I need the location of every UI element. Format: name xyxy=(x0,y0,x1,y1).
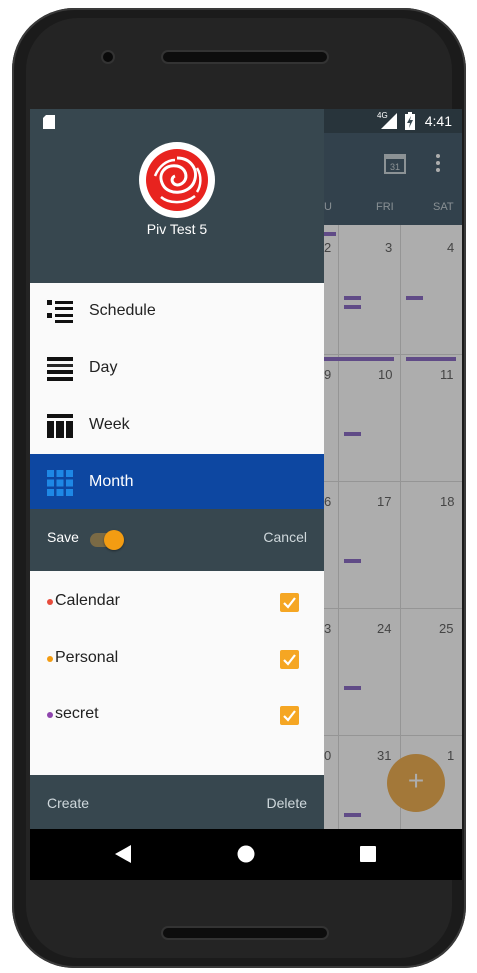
nav-label: Week xyxy=(89,416,130,433)
status-time: 4:41 xyxy=(424,113,452,129)
back-icon[interactable] xyxy=(115,845,131,867)
sync-toggle-thumb[interactable] xyxy=(104,530,124,550)
calendar-label: Calendar xyxy=(55,592,120,609)
delete-button[interactable]: Delete xyxy=(267,795,307,811)
nav-label: Day xyxy=(89,359,118,376)
bottom-speaker xyxy=(163,928,327,938)
nav-item-week[interactable]: Week xyxy=(30,397,324,454)
calendar-label: secret xyxy=(55,705,99,722)
save-button[interactable]: Save xyxy=(47,529,79,545)
calendar-color-dot xyxy=(47,599,53,605)
nav-label: Schedule xyxy=(89,302,156,319)
nav-label: Month xyxy=(89,473,134,490)
recents-icon[interactable] xyxy=(360,846,376,866)
status-bar: 4G 4:41 xyxy=(30,109,462,133)
drawer-header: Piv Test 5 xyxy=(30,109,324,283)
week-view-icon xyxy=(46,412,74,440)
calendar-color-dot xyxy=(47,656,53,662)
calendar-item-secret[interactable]: secret xyxy=(30,686,324,742)
calendar-color-dot xyxy=(47,712,53,718)
navigation-drawer: Piv Test 5 Schedule Day Week Month Save … xyxy=(30,109,324,829)
day-view-icon xyxy=(46,355,74,383)
calendar-label: Personal xyxy=(55,649,119,666)
screen: 31 U FRI SAT 2 3 4 9 10 11 6 17 18 3 24 … xyxy=(30,109,462,880)
signal-icon xyxy=(381,113,397,133)
top-speaker xyxy=(163,52,327,62)
nav-item-month[interactable]: Month xyxy=(30,454,324,511)
drawer-footer: Create Delete xyxy=(30,775,324,829)
avatar[interactable] xyxy=(139,142,215,218)
nav-item-day[interactable]: Day xyxy=(30,340,324,397)
calendar-item-personal[interactable]: Personal xyxy=(30,630,324,686)
nav-item-schedule[interactable]: Schedule xyxy=(30,283,324,340)
checkbox-checked-icon[interactable] xyxy=(280,650,299,669)
profile-name: Piv Test 5 xyxy=(146,221,208,237)
front-camera xyxy=(103,52,113,62)
calendar-item-calendar[interactable]: Calendar xyxy=(30,573,324,629)
create-button[interactable]: Create xyxy=(47,795,89,811)
schedule-view-icon xyxy=(46,298,74,326)
system-nav-bar xyxy=(30,829,462,880)
save-bar: Save Cancel xyxy=(30,509,324,571)
rose-icon xyxy=(146,149,208,211)
home-icon[interactable] xyxy=(237,845,255,867)
battery-charging-icon xyxy=(405,112,415,134)
checkbox-checked-icon[interactable] xyxy=(280,706,299,725)
month-view-icon xyxy=(46,469,74,497)
checkbox-checked-icon[interactable] xyxy=(280,593,299,612)
cancel-button[interactable]: Cancel xyxy=(263,529,307,545)
sd-card-icon xyxy=(43,114,55,133)
